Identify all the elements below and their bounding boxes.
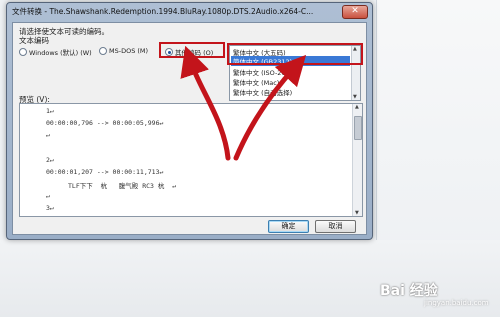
scrollbar-thumb[interactable] xyxy=(354,116,362,140)
radio-windows-default[interactable]: Windows (默认) (W) xyxy=(19,47,92,57)
scroll-up-icon[interactable]: ▲ xyxy=(355,104,359,110)
scroll-down-icon[interactable]: ▼ xyxy=(355,210,359,216)
preview-textbox[interactable]: 1↵ 00:00:00,796 --> 00:00:05,996↵ ↵ 2↵ 0… xyxy=(19,103,363,217)
radio-label: MS-DOS (M) xyxy=(109,47,149,55)
preview-line: 2↵ xyxy=(46,156,54,164)
dialog-title: 文件转换 - The.Shawshank.Redemption.1994.Blu… xyxy=(12,7,314,16)
preview-line: ↵ xyxy=(46,192,50,200)
encoding-option[interactable]: 繁体中文 (自动选择) xyxy=(233,87,292,97)
preview-line: 00:00:00,796 --> 00:00:05,996↵ xyxy=(46,119,164,127)
radio-dot-icon xyxy=(19,48,27,56)
radio-dot-icon xyxy=(99,47,107,55)
preview-line: 3↵ xyxy=(46,204,54,212)
preview-line: 00:00:01,207 --> 00:00:11,713↵ xyxy=(46,168,164,176)
encoding-option[interactable]: 繁体中文 (ISO-2022) xyxy=(233,67,296,77)
highlight-box-other-encoding xyxy=(159,42,225,58)
baidu-watermark: Bai 经验 jingyan.baidu.com xyxy=(380,280,496,310)
radio-ms-dos[interactable]: MS-DOS (M) xyxy=(99,47,148,55)
dialog-client-area: 请选择使文本可读的编码。 文本编码 Windows (默认) (W) MS-DO… xyxy=(12,22,367,235)
preview-scrollbar[interactable]: ▲ ▼ xyxy=(352,104,362,216)
dialog-titlebar: 文件转换 - The.Shawshank.Redemption.1994.Blu… xyxy=(7,3,372,20)
highlight-box-selected-encoding xyxy=(227,43,363,65)
preview-line: 1↵ xyxy=(46,107,54,115)
watermark-url: jingyan.baidu.com xyxy=(424,299,489,307)
scroll-down-icon[interactable]: ▼ xyxy=(353,94,357,100)
radio-label: Windows (默认) (W) xyxy=(29,49,92,57)
encoding-option[interactable]: 繁体中文 (Mac) xyxy=(233,77,279,87)
text-encoding-label: 文本编码 xyxy=(19,36,49,45)
preview-line: TLF下下 杭 腹气殿 RC3 杭 ↵ xyxy=(68,182,177,190)
ok-button[interactable]: 确定 xyxy=(268,220,309,233)
file-conversion-dialog: 文件转换 - The.Shawshank.Redemption.1994.Blu… xyxy=(6,2,373,240)
cancel-button[interactable]: 取消 xyxy=(315,220,356,233)
close-button[interactable]: ✕ xyxy=(342,5,368,19)
watermark-logo: Bai 经验 xyxy=(380,283,438,299)
preview-line: ↵ xyxy=(46,131,50,139)
